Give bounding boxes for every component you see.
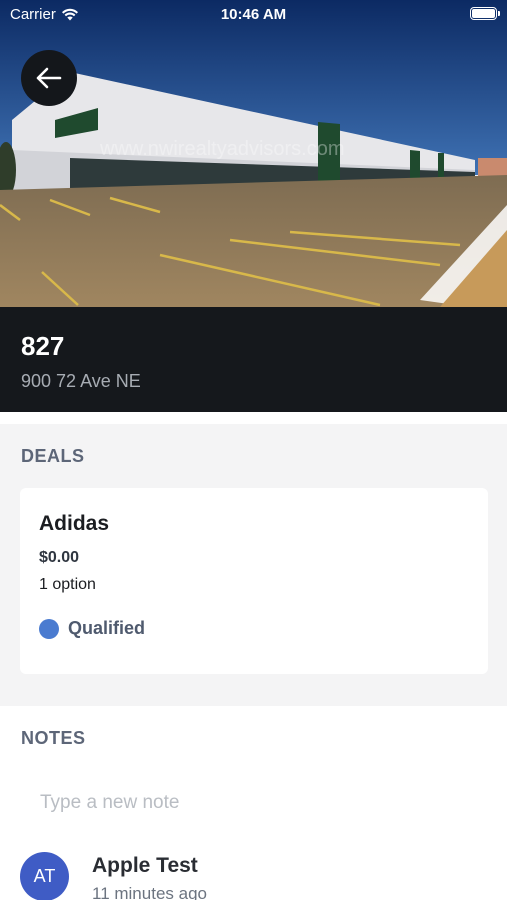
property-address: 900 72 Ave NE bbox=[21, 371, 141, 391]
battery-icon bbox=[470, 7, 500, 20]
notes-heading: NOTES bbox=[21, 728, 86, 748]
avatar: AT bbox=[20, 852, 69, 900]
property-header: 827 900 72 Ave NE bbox=[0, 307, 507, 412]
status-dot-icon bbox=[39, 618, 59, 639]
notes-section: NOTES AT Apple Test 11 minutes ago bbox=[0, 706, 507, 900]
deal-status-label: Qualified bbox=[68, 618, 146, 638]
deals-section: DEALS Adidas $0.00 1 option Qualified bbox=[0, 424, 507, 706]
property-name: 827 bbox=[21, 331, 65, 361]
status-bar: Carrier 10:46 AM bbox=[0, 0, 507, 30]
divider bbox=[0, 412, 507, 424]
deal-status: Qualified bbox=[39, 618, 145, 639]
deal-card[interactable]: Adidas $0.00 1 option Qualified bbox=[20, 488, 488, 674]
status-time: 10:46 AM bbox=[220, 6, 287, 23]
deal-amount: $0.00 bbox=[39, 549, 80, 566]
new-note-input[interactable] bbox=[40, 790, 480, 816]
note-item[interactable]: AT Apple Test 11 minutes ago bbox=[20, 852, 490, 900]
deal-options-count: 1 option bbox=[39, 576, 96, 593]
property-photo: www.nwirealtyadvisors.com bbox=[0, 0, 507, 307]
note-author: Apple Test bbox=[92, 854, 198, 877]
note-timestamp: 11 minutes ago bbox=[92, 884, 207, 900]
back-button[interactable] bbox=[21, 50, 77, 106]
svg-text:www.nwirealtyadvisors.com: www.nwirealtyadvisors.com bbox=[99, 138, 345, 160]
arrow-left-icon bbox=[36, 67, 62, 89]
deals-heading: DEALS bbox=[21, 446, 85, 466]
deal-name: Adidas bbox=[39, 512, 110, 535]
